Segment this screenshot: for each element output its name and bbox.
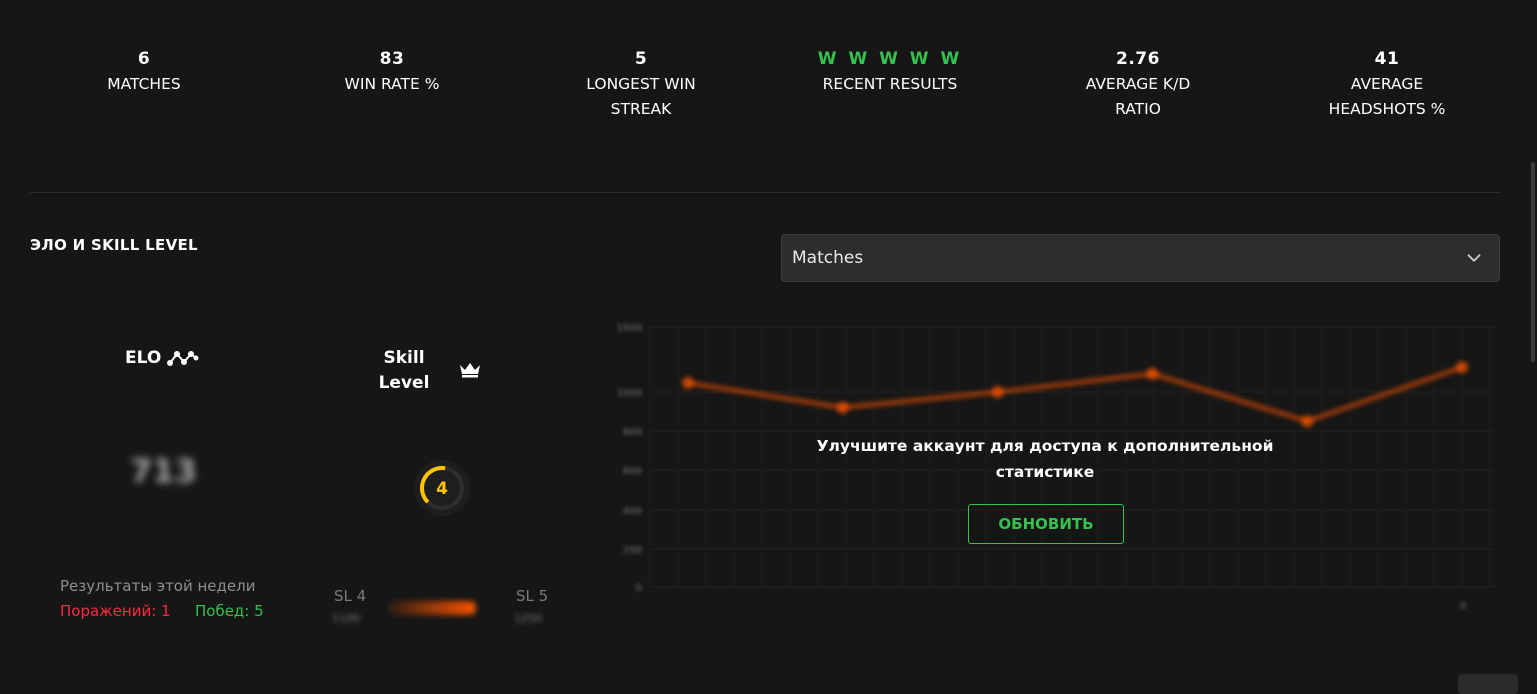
stats-bar: 6 MATCHES 83 WIN RATE % 5 LONGEST WIN ST… [0, 0, 1537, 140]
stat-label: LONGEST WIN STREAK [586, 75, 696, 118]
sl-current-elo: 1100 [332, 612, 360, 625]
stat-average-headshots: 41 AVERAGE HEADSHOTS % [1267, 48, 1507, 122]
sl-next-elo: 1250 [514, 612, 542, 625]
sl-next-label: SL 5 [516, 587, 549, 605]
scrollbar[interactable] [1531, 162, 1535, 362]
elo-label-text: ELO [125, 348, 162, 368]
y-tick-label: 400 [623, 506, 642, 517]
x-tick-label: 0 [1460, 601, 1466, 612]
stat-label: AVERAGE HEADSHOTS % [1328, 75, 1446, 118]
chevron-down-icon [1467, 254, 1481, 262]
y-tick-label: 600 [623, 466, 642, 477]
week-losses: Поражений: 1 [60, 602, 171, 620]
stat-matches: 6 MATCHES [24, 48, 264, 97]
elo-label: ELO [125, 348, 199, 368]
week-results-title: Результаты этой недели [60, 577, 256, 595]
crown-icon [460, 363, 480, 378]
skill-level-badge: 4 [414, 460, 470, 516]
stat-label: RECENT RESULTS [822, 75, 958, 93]
y-tick-label: 1000 [617, 388, 642, 399]
stat-value: 6 [137, 49, 151, 69]
elo-series-line [687, 364, 1463, 424]
stat-value: 2.76 [1116, 49, 1160, 69]
stat-win-rate: 83 WIN RATE % [272, 48, 512, 97]
stat-label: AVERAGE K/D RATIO [1085, 75, 1191, 118]
elo-data-point [682, 376, 694, 389]
stat-value: 41 [1374, 49, 1400, 69]
elo-data-point [1456, 361, 1468, 374]
elo-data-point [836, 401, 849, 414]
stat-label: MATCHES [107, 75, 181, 93]
scroll-to-top-button[interactable] [1458, 674, 1518, 694]
select-value: Matches [792, 248, 864, 268]
elo-graph-icon [167, 351, 199, 366]
y-tick-label: 800 [623, 427, 642, 438]
sl-progress-bar [388, 601, 476, 615]
elo-data-point [991, 386, 1004, 398]
elo-data-point [1146, 367, 1159, 380]
section-title: ЭЛО И SKILL LEVEL [30, 236, 198, 254]
y-tick-label: 1500 [617, 323, 642, 334]
recent-results-value: W W W W W [817, 49, 963, 69]
skill-level-value: 4 [436, 479, 448, 499]
week-wins: Побед: 5 [195, 602, 264, 620]
stat-recent-results: W W W W W RECENT RESULTS [770, 48, 1010, 97]
upgrade-message: Улучшите аккаунт для доступа к дополните… [816, 437, 1274, 481]
stat-value: 83 [379, 49, 405, 69]
elo-value: 713 [130, 452, 197, 490]
elo-data-point [1301, 415, 1314, 428]
skill-level-label: Skill Level [378, 348, 430, 393]
stat-longest-win-streak: 5 LONGEST WIN STREAK [521, 48, 761, 122]
y-tick-label: 200 [623, 545, 642, 556]
chart-metric-select[interactable]: Matches [781, 234, 1500, 282]
section-divider [30, 192, 1501, 193]
sl-current-label: SL 4 [334, 587, 367, 605]
y-tick-label: 0 [636, 583, 642, 594]
stat-label: WIN RATE % [344, 75, 440, 93]
stat-value: 5 [634, 49, 648, 69]
upgrade-button[interactable]: ОБНОВИТЬ [968, 504, 1124, 544]
stat-average-kd: 2.76 AVERAGE K/D RATIO [1018, 48, 1258, 122]
